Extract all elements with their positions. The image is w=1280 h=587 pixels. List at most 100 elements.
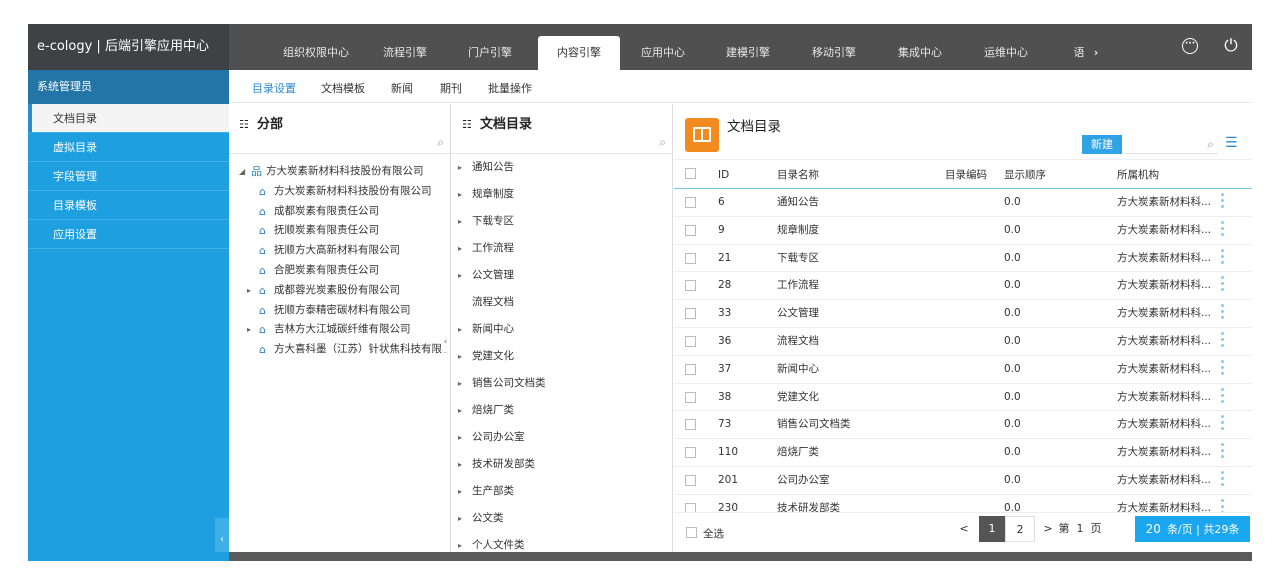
row-checkbox[interactable] xyxy=(685,197,696,208)
expand-arrow-icon[interactable]: ▸ xyxy=(458,370,462,397)
search-icon[interactable]: ⌕ xyxy=(437,135,444,150)
tree-node[interactable]: ⌂ 成都炭素有限责任公司 xyxy=(229,202,450,222)
subnav-batch-ops[interactable]: 批量操作 xyxy=(488,80,532,96)
row-checkbox[interactable] xyxy=(685,447,696,459)
expand-arrow-icon[interactable]: ◢ xyxy=(239,162,245,182)
sidebar-item-app-settings[interactable]: 应用设置 xyxy=(28,220,229,249)
tree-node[interactable]: ⌂ 抚顺方泰精密碳材料有限公司 xyxy=(229,301,450,321)
row-checkbox[interactable] xyxy=(685,391,696,403)
list-view-icon[interactable]: ☰ xyxy=(1225,134,1243,152)
sidebar-item-catalog-template[interactable]: 目录模板 xyxy=(28,191,229,220)
expand-arrow-icon[interactable]: ▸ xyxy=(458,451,462,478)
new-button[interactable]: 新建 xyxy=(1082,135,1122,154)
tree-node[interactable]: ▸ ⌂ 吉林方大江城碳纤维有限公司 xyxy=(229,320,450,340)
catalog-item[interactable]: ▸ 党建文化 xyxy=(452,343,672,370)
expand-arrow-icon[interactable]: ▸ xyxy=(458,235,462,262)
catalog-item[interactable]: 流程文档 xyxy=(452,289,672,316)
goto-page-input[interactable]: 1 xyxy=(1073,516,1087,542)
row-more-icon[interactable] xyxy=(1221,331,1225,350)
page-1-button[interactable]: 1 xyxy=(979,516,1005,542)
tab-integration-center[interactable]: 集成中心 xyxy=(885,36,955,70)
tab-app-center[interactable]: 应用中心 xyxy=(628,36,698,70)
expand-arrow-icon[interactable]: ▸ xyxy=(458,532,462,552)
catalog-item[interactable]: ▸ 公文类 xyxy=(452,505,672,532)
row-more-icon[interactable] xyxy=(1221,304,1225,322)
next-page-button[interactable]: > xyxy=(1041,516,1055,542)
row-more-icon[interactable] xyxy=(1221,276,1225,294)
branch-splitter-icon[interactable]: ‹ xyxy=(441,332,450,352)
collapse-arrow-icon[interactable]: ▸ xyxy=(247,281,251,301)
catalog-item[interactable]: ▸ 公司办公室 xyxy=(452,424,672,451)
catalog-item[interactable]: ▸ 公文管理 xyxy=(452,262,672,289)
power-icon[interactable]: ⏻ xyxy=(1221,36,1241,56)
table-row[interactable]: 9 规章制度 0.0 方大炭素新材料科... xyxy=(674,217,1252,245)
catalog-search-input[interactable]: ⌕ xyxy=(452,132,672,154)
select-all-checkbox[interactable] xyxy=(686,527,697,538)
row-checkbox[interactable] xyxy=(685,280,696,292)
row-checkbox[interactable] xyxy=(685,224,696,236)
sidebar-item-virtual-catalog[interactable]: 虚拟目录 xyxy=(28,133,229,162)
col-order[interactable]: 显示顺序 xyxy=(1004,160,1046,190)
collapse-arrow-icon[interactable]: ▸ xyxy=(247,320,251,340)
expand-arrow-icon[interactable]: ▸ xyxy=(458,397,462,424)
subnav-journal[interactable]: 期刊 xyxy=(440,80,462,96)
branch-search-input[interactable]: ⌕ xyxy=(229,132,450,154)
catalog-item[interactable]: ▸ 技术研发部类 xyxy=(452,451,672,478)
catalog-item[interactable]: ▸ 新闻中心 xyxy=(452,316,672,343)
tab-ops-center[interactable]: 运维中心 xyxy=(971,36,1041,70)
tree-node[interactable]: ⌂ 抚顺方大高新材料有限公司 xyxy=(229,241,450,261)
row-checkbox[interactable] xyxy=(685,335,696,347)
expand-arrow-icon[interactable]: ▸ xyxy=(458,154,462,181)
page-size-select[interactable]: 20 条/页 | 共29条 xyxy=(1135,516,1250,542)
header-checkbox[interactable] xyxy=(685,168,696,179)
table-row[interactable]: 21 下载专区 0.0 方大炭素新材料科... xyxy=(674,245,1252,273)
table-row[interactable]: 36 流程文档 0.0 方大炭素新材料科... xyxy=(674,328,1252,356)
tab-org-permission[interactable]: 组织权限中心 xyxy=(276,36,356,70)
tree-node[interactable]: ◢ 品方大炭素新材料科技股份有限公司 xyxy=(229,162,450,182)
tab-portal-engine[interactable]: 门户引擎 xyxy=(455,36,525,70)
row-checkbox[interactable] xyxy=(685,419,696,431)
search-icon[interactable]: ⌕ xyxy=(1207,137,1214,152)
catalog-item[interactable]: ▸ 工作流程 xyxy=(452,235,672,262)
table-row[interactable]: 37 新闻中心 0.0 方大炭素新材料科... xyxy=(674,356,1252,384)
expand-arrow-icon[interactable]: ▸ xyxy=(458,424,462,451)
col-code[interactable]: 目录编码 xyxy=(945,160,987,190)
col-id[interactable]: ID xyxy=(718,160,729,190)
tree-node[interactable]: ▸ ⌂ 成都蓉光炭素股份有限公司 xyxy=(229,281,450,301)
table-row[interactable]: 110 焙烧厂类 0.0 方大炭素新材料科... xyxy=(674,439,1252,467)
table-row[interactable]: 73 销售公司文档类 0.0 方大炭素新材料科... xyxy=(674,411,1252,440)
tree-node[interactable]: ⌂ 方大炭素新材料科技股份有限公司 xyxy=(229,182,450,202)
row-checkbox[interactable] xyxy=(685,308,696,320)
catalog-item[interactable]: ▸ 下载专区 xyxy=(452,208,672,235)
expand-arrow-icon[interactable]: ▸ xyxy=(458,208,462,235)
page-2-button[interactable]: 2 xyxy=(1005,516,1035,542)
table-row[interactable]: 38 党建文化 0.0 方大炭素新材料科... xyxy=(674,384,1252,412)
tab-language[interactable]: 语 xyxy=(1070,36,1088,70)
col-name[interactable]: 目录名称 xyxy=(777,160,819,190)
row-more-icon[interactable] xyxy=(1221,220,1225,239)
row-more-icon[interactable] xyxy=(1221,359,1225,378)
expand-arrow-icon[interactable]: ▸ xyxy=(458,478,462,505)
tree-node[interactable]: ⌂ 抚顺炭素有限责任公司 xyxy=(229,221,450,241)
tab-modeling-engine[interactable]: 建模引擎 xyxy=(713,36,783,70)
subnav-doc-template[interactable]: 文档模板 xyxy=(321,80,365,96)
catalog-item[interactable]: ▸ 焙烧厂类 xyxy=(452,397,672,424)
table-row[interactable]: 201 公司办公室 0.0 方大炭素新材料科... xyxy=(674,467,1252,495)
row-checkbox[interactable] xyxy=(685,252,696,264)
tab-more-chevron-icon[interactable]: › xyxy=(1090,36,1102,70)
row-checkbox[interactable] xyxy=(685,363,696,375)
row-more-icon[interactable] xyxy=(1221,193,1225,211)
main-search-input[interactable]: ⌕ xyxy=(1125,135,1218,154)
expand-arrow-icon[interactable]: ▸ xyxy=(458,343,462,370)
catalog-item[interactable]: ▸ 通知公告 xyxy=(452,154,672,181)
subnav-catalog-settings[interactable]: 目录设置 xyxy=(252,80,296,96)
row-more-icon[interactable] xyxy=(1221,470,1225,489)
row-more-icon[interactable] xyxy=(1221,387,1225,406)
expand-arrow-icon[interactable]: ▸ xyxy=(458,505,462,532)
search-icon[interactable]: ⌕ xyxy=(659,135,666,150)
expand-arrow-icon[interactable]: ▸ xyxy=(458,181,462,208)
row-more-icon[interactable] xyxy=(1221,415,1225,433)
sidebar-item-field-management[interactable]: 字段管理 xyxy=(28,162,229,191)
select-all-label[interactable]: 全选 xyxy=(703,526,724,541)
expand-arrow-icon[interactable]: ▸ xyxy=(458,316,462,343)
